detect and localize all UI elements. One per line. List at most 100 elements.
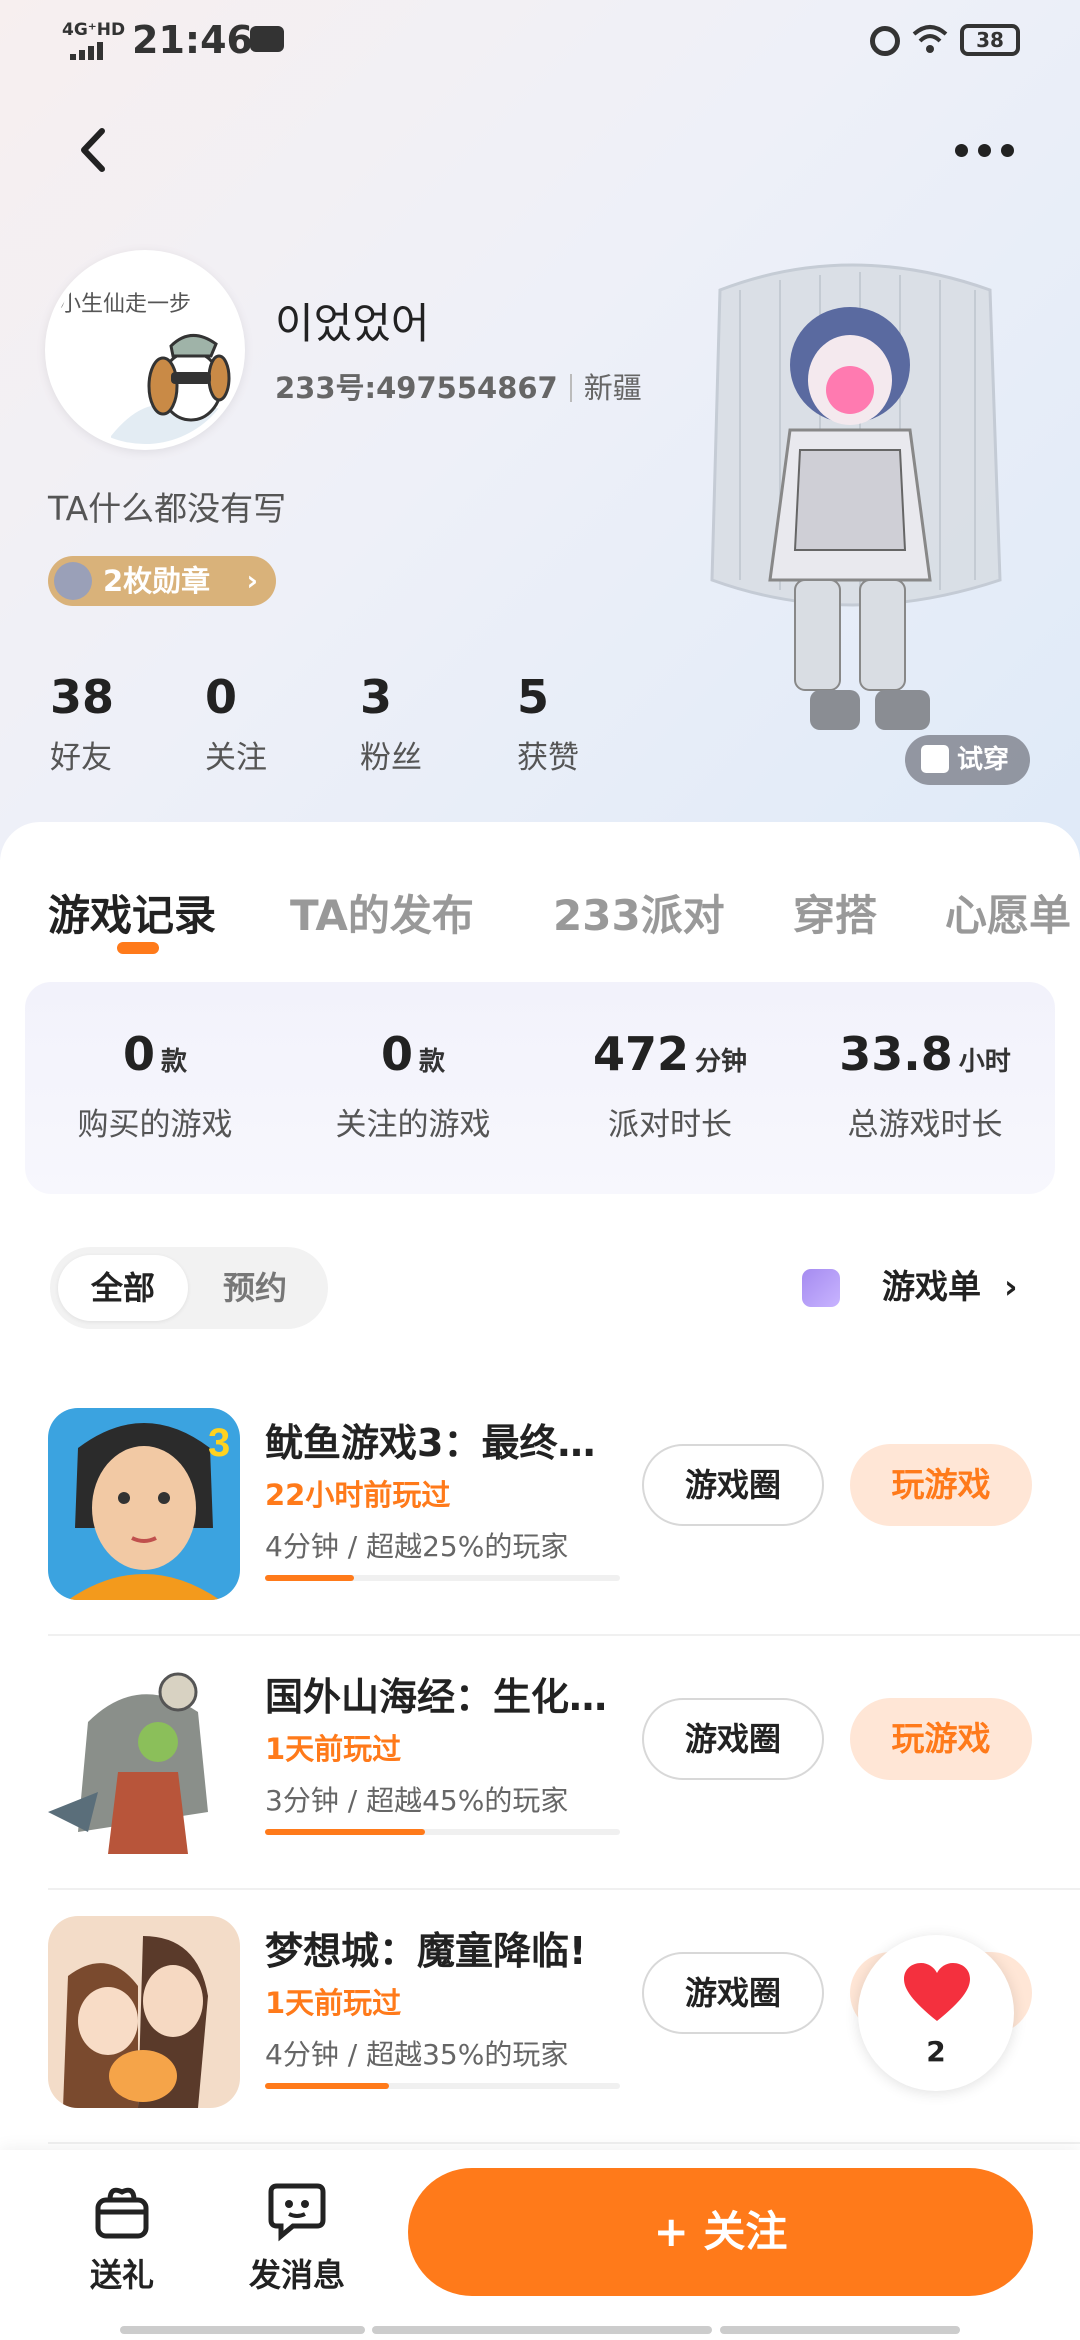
clock: 21:46 bbox=[132, 18, 253, 62]
game-title: 梦想城：魔童降临! bbox=[265, 1929, 587, 1973]
tab-wishlist[interactable]: 心愿单 bbox=[945, 882, 1071, 943]
last-played: 22小时前玩过 bbox=[265, 1478, 451, 1512]
game-circle-button[interactable]: 游戏圈 bbox=[642, 1698, 824, 1780]
heart-icon bbox=[904, 1963, 970, 2021]
game-row[interactable]: 国外山海经：生化… 1天前玩过 3分钟 / 超越45%的玩家 游戏圈 玩游戏 bbox=[0, 1636, 1080, 1890]
progress-bar bbox=[265, 1829, 620, 1835]
like-button[interactable]: 2 bbox=[858, 1935, 1014, 2091]
stat-likes[interactable]: 5 获赞 bbox=[517, 670, 657, 777]
profile-stats: 38 好友 0 关注 3 粉丝 5 获赞 bbox=[0, 670, 700, 790]
stat-friends[interactable]: 38 好友 bbox=[50, 670, 190, 777]
tab-party[interactable]: 233派对 bbox=[553, 882, 725, 943]
follow-button[interactable]: + 关注 bbox=[408, 2168, 1033, 2296]
badges-button[interactable]: 2枚勋章 › bbox=[48, 556, 276, 606]
wifi-icon bbox=[912, 25, 948, 53]
message-label: 发消息 bbox=[248, 2256, 345, 2294]
summary-purchased: 0款 购买的游戏 bbox=[25, 1027, 285, 1144]
svg-text:3: 3 bbox=[208, 1421, 230, 1465]
stat-fans[interactable]: 3 粉丝 bbox=[360, 670, 500, 777]
summary-label: 总游戏时长 bbox=[847, 1107, 1003, 1143]
progress-fill bbox=[265, 2083, 390, 2089]
gesture-bar bbox=[120, 2326, 365, 2334]
play-game-button[interactable]: 玩游戏 bbox=[850, 1698, 1032, 1780]
vivo-icon bbox=[250, 26, 284, 52]
profile-tabs: 游戏记录 TA的发布 233派对 穿搭 心愿单 bbox=[0, 882, 1080, 952]
summary-value: 33.8 bbox=[839, 1027, 953, 1081]
bottom-action-bar: 送礼 发消息 + 关注 bbox=[0, 2150, 1080, 2340]
avatar-character-3d[interactable] bbox=[700, 250, 1010, 760]
play-meta: 4分钟 / 超越25%的玩家 bbox=[265, 1525, 568, 1565]
medal-icon bbox=[54, 562, 92, 600]
gesture-bar bbox=[720, 2326, 960, 2334]
back-arrow-icon[interactable] bbox=[70, 125, 120, 175]
meta-separator: / bbox=[347, 1530, 358, 1563]
game-row[interactable]: 3 鱿鱼游戏3：最终… 22小时前玩过 4分钟 / 超越25%的玩家 游戏圈 玩… bbox=[0, 1382, 1080, 1636]
try-on-label: 试穿 bbox=[957, 745, 1010, 775]
last-played: 1天前玩过 bbox=[265, 1986, 402, 2020]
game-thumbnail bbox=[48, 1916, 240, 2108]
stat-value: 5 bbox=[517, 670, 550, 724]
battery-icon: 38 bbox=[960, 24, 1020, 56]
stat-label: 获赞 bbox=[517, 740, 579, 776]
network-indicator: 4G⁺HD bbox=[62, 20, 126, 40]
filter-all[interactable]: 全部 bbox=[58, 1255, 188, 1321]
chevron-right-icon: › bbox=[1004, 1267, 1018, 1306]
message-button[interactable]: 发消息 bbox=[237, 2178, 357, 2296]
signal-icon bbox=[70, 42, 110, 60]
last-played: 1天前玩过 bbox=[265, 1732, 402, 1766]
play-game-button[interactable]: 玩游戏 bbox=[850, 1444, 1032, 1526]
divider bbox=[48, 2142, 1080, 2144]
uid-text: 233号:497554867 bbox=[275, 371, 558, 405]
play-duration: 4分钟 bbox=[265, 1530, 339, 1563]
meta-separator: / bbox=[347, 1784, 358, 1817]
divider bbox=[569, 374, 572, 402]
avatar[interactable]: 小生仙走一步 bbox=[45, 250, 245, 450]
summary-value: 0 bbox=[122, 1027, 155, 1081]
summary-label: 派对时长 bbox=[608, 1107, 732, 1143]
gift-label: 送礼 bbox=[89, 2256, 154, 2294]
progress-bar bbox=[265, 2083, 620, 2089]
stat-label: 关注 bbox=[205, 740, 267, 776]
progress-fill bbox=[265, 1829, 425, 1835]
beat-percent: 超越35%的玩家 bbox=[366, 2038, 569, 2071]
stat-value: 3 bbox=[360, 670, 393, 724]
status-bar: 4G⁺HD 21:46 38 bbox=[0, 0, 1080, 80]
try-on-button[interactable]: 试穿 bbox=[905, 735, 1030, 785]
summary-value: 0 bbox=[380, 1027, 413, 1081]
summary-total-time: 33.8 小时 总游戏时长 bbox=[795, 1027, 1055, 1144]
stat-label: 好友 bbox=[50, 740, 112, 776]
meta-separator: / bbox=[347, 2038, 358, 2071]
summary-value: 472 bbox=[592, 1027, 689, 1081]
play-duration: 4分钟 bbox=[265, 2038, 339, 2071]
chevron-right-icon: › bbox=[246, 564, 258, 597]
tab-game-records[interactable]: 游戏记录 bbox=[48, 882, 216, 943]
game-title: 鱿鱼游戏3：最终… bbox=[265, 1421, 596, 1465]
play-meta: 3分钟 / 超越45%的玩家 bbox=[265, 1779, 568, 1819]
filter-segment: 全部 预约 bbox=[50, 1247, 328, 1329]
game-circle-button[interactable]: 游戏圈 bbox=[642, 1952, 824, 2034]
summary-unit: 款 bbox=[419, 1047, 446, 1077]
filter-reserve[interactable]: 预约 bbox=[190, 1255, 320, 1321]
game-circle-button[interactable]: 游戏圈 bbox=[642, 1444, 824, 1526]
summary-unit: 款 bbox=[161, 1047, 188, 1077]
game-list-link[interactable]: 游戏单 › bbox=[802, 1262, 1042, 1312]
summary-followed: 0款 关注的游戏 bbox=[283, 1027, 543, 1144]
sparkle-icon bbox=[802, 1269, 840, 1307]
tab-outfits[interactable]: 穿搭 bbox=[793, 882, 877, 943]
tab-posts[interactable]: TA的发布 bbox=[290, 882, 474, 943]
stat-value: 0 bbox=[205, 670, 238, 724]
progress-fill bbox=[265, 1575, 354, 1581]
gift-button[interactable]: 送礼 bbox=[62, 2178, 182, 2296]
alarm-icon bbox=[870, 26, 900, 56]
play-duration: 3分钟 bbox=[265, 1784, 339, 1817]
game-summary: 0款 购买的游戏 0款 关注的游戏 472 分钟 派对时长 33.8 小时 总游戏时… bbox=[25, 982, 1055, 1194]
user-bio: TA什么都没有写 bbox=[48, 489, 287, 528]
beat-percent: 超越45%的玩家 bbox=[366, 1784, 569, 1817]
gesture-bar bbox=[372, 2326, 712, 2334]
game-thumbnail bbox=[48, 1662, 240, 1854]
user-location: 新疆 bbox=[583, 371, 642, 405]
stat-following[interactable]: 0 关注 bbox=[205, 670, 345, 777]
more-options-icon[interactable] bbox=[955, 140, 1015, 160]
active-tab-indicator bbox=[117, 942, 159, 954]
user-name: 이었었어 bbox=[275, 299, 430, 348]
